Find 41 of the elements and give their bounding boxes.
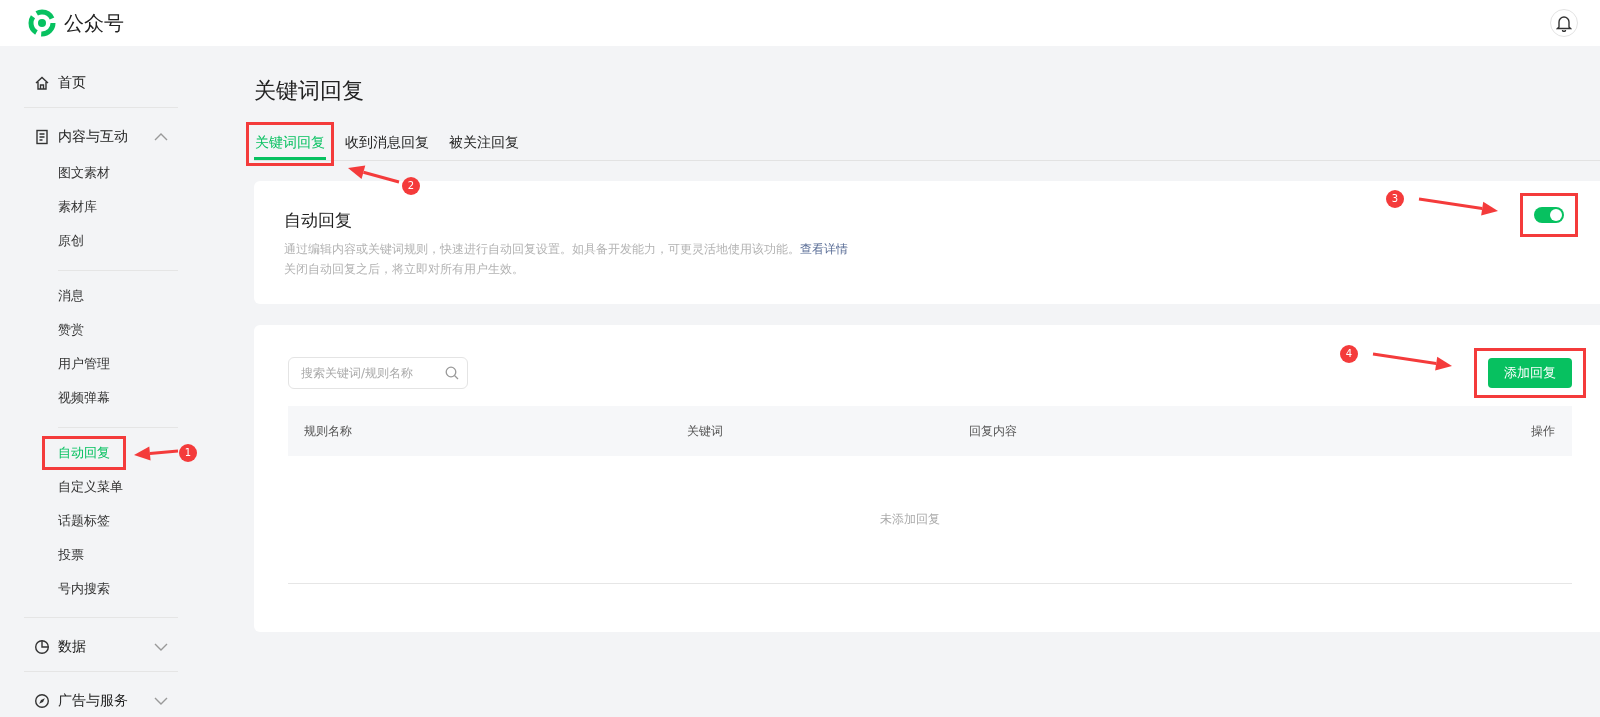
callout-badge: 2 — [402, 177, 420, 195]
sidebar-item[interactable]: 用户管理 — [24, 347, 178, 381]
sidebar-item[interactable]: 号内搜索 — [24, 572, 178, 606]
sidebar-item[interactable]: 数据 — [24, 628, 178, 666]
home-icon — [34, 75, 50, 91]
app-title: 公众号 — [64, 9, 124, 37]
tab[interactable]: 收到消息回复 — [344, 128, 430, 160]
bell-icon — [1556, 14, 1572, 32]
column-header: 关键词 — [687, 422, 724, 440]
pie-chart-icon — [34, 639, 50, 655]
search-icon — [445, 366, 459, 380]
toggle-switch[interactable] — [1534, 207, 1564, 223]
empty-state-text: 未添加回复 — [880, 511, 940, 528]
column-header: 规则名称 — [304, 422, 353, 440]
column-header: 回复内容 — [969, 422, 1018, 440]
callout-badge: 1 — [179, 444, 197, 462]
sidebar-item[interactable]: 视频弹幕 — [24, 381, 178, 415]
sidebar-item[interactable]: 自定义菜单 — [24, 470, 178, 504]
note-text: 关闭自动回复之后，将立即对所有用户生效。 — [284, 261, 525, 278]
document-icon — [34, 129, 50, 145]
section-title: 自动回复 — [284, 209, 353, 231]
sidebar-item[interactable]: 话题标签 — [24, 504, 178, 538]
highlight-box — [1520, 193, 1578, 237]
sidebar-item[interactable]: 投票 — [24, 538, 178, 572]
sidebar-item[interactable]: 素材库 — [24, 190, 178, 224]
page-title: 关键词回复 — [254, 77, 365, 105]
compass-icon — [34, 693, 50, 709]
details-link[interactable]: 查看详情 — [800, 242, 848, 256]
column-header: 操作 — [1531, 422, 1555, 440]
sidebar-item[interactable]: 图文素材 — [24, 156, 178, 190]
sidebar-item[interactable]: 广告与服务 — [24, 682, 178, 717]
sidebar-item[interactable]: 赞赏 — [24, 313, 178, 347]
sidebar-item[interactable]: 首页 — [24, 64, 178, 102]
description-text: 通过编辑内容或关键词规则，快速进行自动回复设置。如具备开发能力，可更灵活地使用该功能。查看详情 — [284, 241, 848, 258]
search-field[interactable]: 搜索关键词/规则名称 — [288, 357, 468, 389]
notification-button[interactable] — [1550, 9, 1578, 37]
logo-icon — [28, 9, 56, 37]
sidebar-item[interactable]: 内容与互动 — [24, 118, 178, 156]
tab[interactable]: 被关注回复 — [448, 128, 520, 160]
sidebar-item[interactable]: 消息 — [24, 279, 178, 313]
sidebar-item[interactable]: 原创 — [24, 224, 178, 258]
